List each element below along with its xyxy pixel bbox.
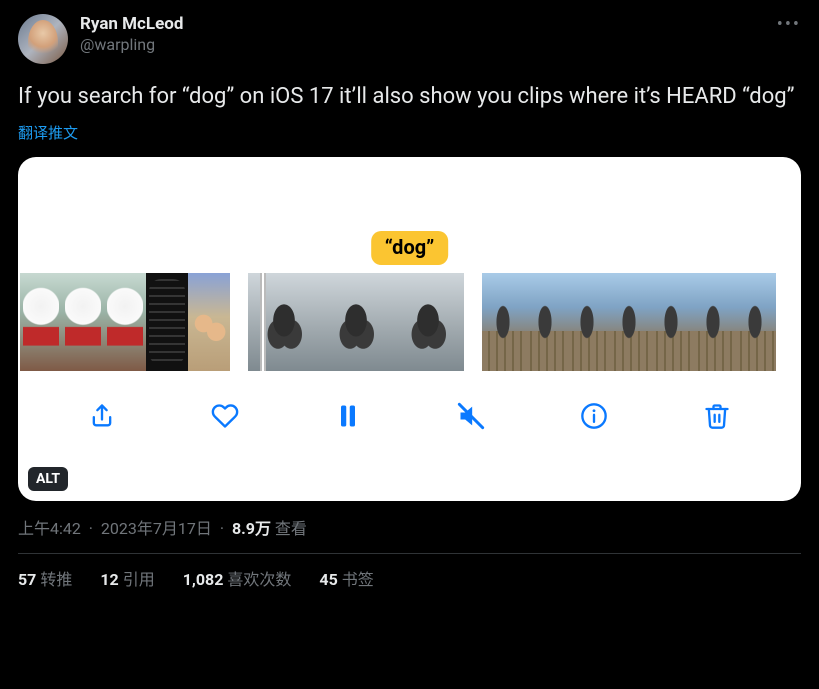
media-controls <box>18 371 801 461</box>
user-names[interactable]: Ryan McLeod @warpling <box>80 14 183 55</box>
user-handle: @warpling <box>80 35 183 55</box>
tweet-text: If you search for “dog” on iOS 17 it’ll … <box>18 82 801 112</box>
tweet-date[interactable]: 2023年7月17日 <box>101 519 212 538</box>
tweet-stats: 57转推 12引用 1,082喜欢次数 45书签 <box>18 566 801 590</box>
share-icon[interactable] <box>88 402 116 430</box>
trash-icon[interactable] <box>703 402 731 430</box>
clip-thumbnail-group[interactable] <box>248 273 464 371</box>
tweet-meta: 上午4:42 · 2023年7月17日 · 8.9万 查看 <box>18 515 801 539</box>
display-name: Ryan McLeod <box>80 14 183 35</box>
search-term-label: “dog” <box>371 231 449 265</box>
clip-thumbnail-group[interactable] <box>482 273 776 371</box>
divider <box>18 553 801 554</box>
retweets-stat[interactable]: 57转推 <box>18 566 72 590</box>
tweet-container: Ryan McLeod @warpling ••• If you search … <box>0 0 819 600</box>
playhead[interactable] <box>260 273 266 371</box>
views-label: 查看 <box>275 519 307 538</box>
translate-link[interactable]: 翻译推文 <box>18 122 78 143</box>
views-count: 8.9万 <box>232 519 271 538</box>
clip-thumbnail-group[interactable] <box>20 273 230 371</box>
video-timeline[interactable] <box>18 273 801 371</box>
more-icon[interactable]: ••• <box>777 14 801 35</box>
quotes-stat[interactable]: 12引用 <box>100 566 154 590</box>
media-card[interactable]: “dog” ALT <box>18 157 801 501</box>
alt-badge[interactable]: ALT <box>28 467 68 491</box>
tweet-header: Ryan McLeod @warpling ••• <box>18 14 801 64</box>
pause-icon[interactable] <box>334 402 362 430</box>
media-top: “dog” <box>18 157 801 273</box>
bookmarks-stat[interactable]: 45书签 <box>319 566 373 590</box>
tweet-time[interactable]: 上午4:42 <box>18 519 81 538</box>
likes-stat[interactable]: 1,082喜欢次数 <box>183 566 292 590</box>
info-icon[interactable] <box>580 402 608 430</box>
mute-icon[interactable] <box>457 402 485 430</box>
avatar[interactable] <box>18 14 68 64</box>
heart-icon[interactable] <box>211 402 239 430</box>
